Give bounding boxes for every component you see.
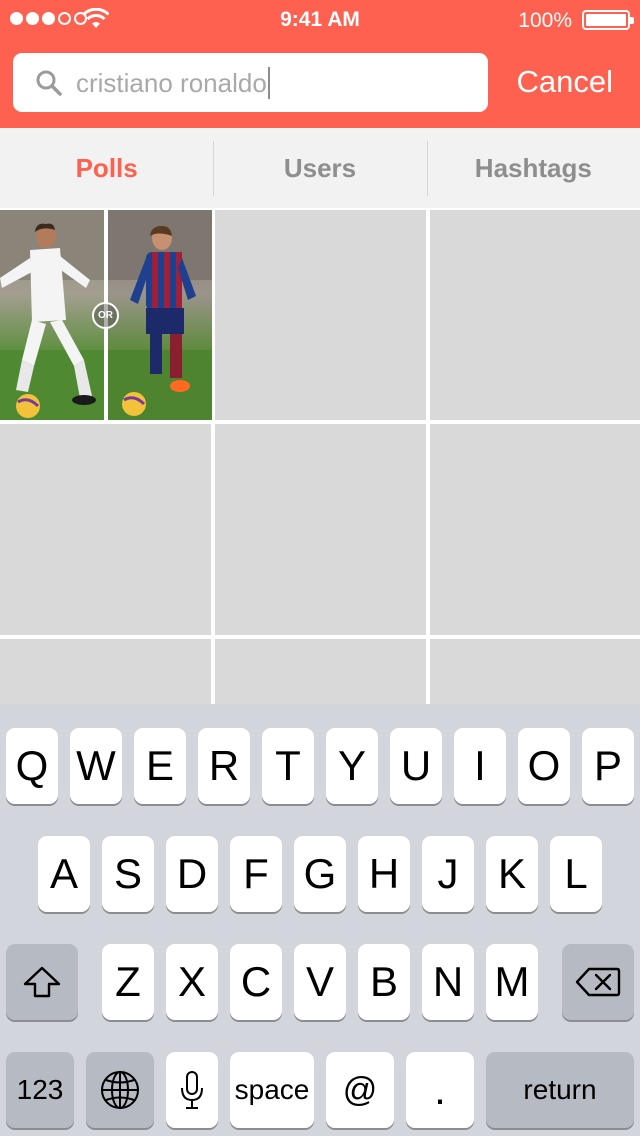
space-key[interactable]: space (230, 1052, 314, 1128)
key-p[interactable]: P (582, 728, 634, 804)
key-k[interactable]: K (486, 836, 538, 912)
poll-thumbnail-placeholder[interactable] (215, 639, 426, 704)
backspace-icon (575, 967, 621, 997)
header: 9:41 AM 100% cristiano ronaldo Cancel (0, 0, 640, 128)
key-l[interactable]: L (550, 836, 602, 912)
key-v[interactable]: V (294, 944, 346, 1020)
key-d[interactable]: D (166, 836, 218, 912)
keyboard: Q W E R T Y U I O P A S D F G H J K L Z … (0, 704, 640, 1136)
cancel-button[interactable]: Cancel (517, 64, 614, 100)
key-s[interactable]: S (102, 836, 154, 912)
poll-option-image-left (0, 210, 104, 420)
poll-thumbnail[interactable]: OR (0, 208, 212, 420)
search-icon (36, 70, 62, 96)
tab-polls[interactable]: Polls (0, 128, 213, 208)
search-scope-tabs: Polls Users Hashtags (0, 128, 640, 208)
shift-icon (23, 966, 61, 998)
globe-key[interactable] (86, 1052, 154, 1128)
poll-thumbnail-placeholder[interactable] (430, 424, 640, 635)
key-u[interactable]: U (390, 728, 442, 804)
key-n[interactable]: N (422, 944, 474, 1020)
poll-option-image-right (108, 210, 212, 420)
key-h[interactable]: H (358, 836, 410, 912)
poll-thumbnail-placeholder[interactable] (430, 210, 640, 420)
key-e[interactable]: E (134, 728, 186, 804)
text-caret (267, 67, 270, 99)
poll-thumbnail-placeholder[interactable] (0, 424, 211, 635)
poll-thumbnail-placeholder[interactable] (430, 639, 640, 704)
key-c[interactable]: C (230, 944, 282, 1020)
key-w[interactable]: W (70, 728, 122, 804)
key-x[interactable]: X (166, 944, 218, 1020)
period-key[interactable]: . (406, 1052, 474, 1128)
or-badge: OR (92, 302, 119, 329)
key-m[interactable]: M (486, 944, 538, 1020)
battery-percentage: 100% (518, 9, 572, 32)
shift-key[interactable] (6, 944, 78, 1020)
search-query-text: cristiano ronaldo (76, 68, 267, 98)
search-bar[interactable]: cristiano ronaldo (13, 53, 488, 112)
key-t[interactable]: T (262, 728, 314, 804)
key-j[interactable]: J (422, 836, 474, 912)
key-y[interactable]: Y (326, 728, 378, 804)
microphone-icon (181, 1071, 203, 1109)
key-q[interactable]: Q (6, 728, 58, 804)
numbers-key[interactable]: 123 (6, 1052, 74, 1128)
backspace-key[interactable] (562, 944, 634, 1020)
key-g[interactable]: G (294, 836, 346, 912)
key-o[interactable]: O (518, 728, 570, 804)
key-f[interactable]: F (230, 836, 282, 912)
key-r[interactable]: R (198, 728, 250, 804)
poll-results-grid: OR (0, 208, 640, 704)
tab-users[interactable]: Users (213, 128, 426, 208)
status-bar: 9:41 AM 100% (0, 0, 640, 40)
globe-icon (101, 1071, 139, 1109)
key-b[interactable]: B (358, 944, 410, 1020)
key-z[interactable]: Z (102, 944, 154, 1020)
dictation-key[interactable] (166, 1052, 218, 1128)
poll-thumbnail-placeholder[interactable] (215, 424, 426, 635)
poll-thumbnail-placeholder[interactable] (0, 639, 211, 704)
battery-icon (582, 10, 634, 30)
key-a[interactable]: A (38, 836, 90, 912)
search-input[interactable]: cristiano ronaldo (76, 67, 270, 99)
return-key[interactable]: return (486, 1052, 634, 1128)
tab-hashtags[interactable]: Hashtags (426, 128, 640, 208)
poll-thumbnail-placeholder[interactable] (215, 210, 426, 420)
key-i[interactable]: I (454, 728, 506, 804)
at-key[interactable]: @ (326, 1052, 394, 1128)
